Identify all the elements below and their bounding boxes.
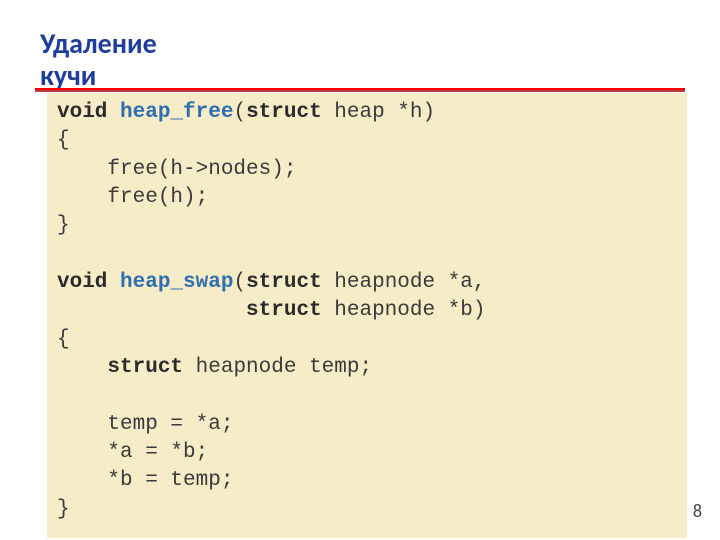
keyword-struct: struct [246, 299, 322, 322]
keyword-struct: struct [246, 271, 322, 294]
func-heap-free: heap_free [120, 101, 233, 124]
func-heap-swap: heap_swap [120, 271, 233, 294]
keyword-struct: struct [246, 101, 322, 124]
keyword-void: void [57, 101, 107, 124]
code-listing: void heap_free(struct heap *h) { free(h-… [57, 99, 677, 524]
keyword-void: void [57, 271, 107, 294]
slide-title: Удаление кучи [40, 28, 680, 92]
keyword-struct: struct [107, 356, 183, 379]
title-line-1: Удаление [40, 26, 157, 61]
code-block: void heap_free(struct heap *h) { free(h-… [47, 93, 687, 538]
title-underline [35, 88, 685, 92]
page-number: 8 [693, 500, 702, 522]
